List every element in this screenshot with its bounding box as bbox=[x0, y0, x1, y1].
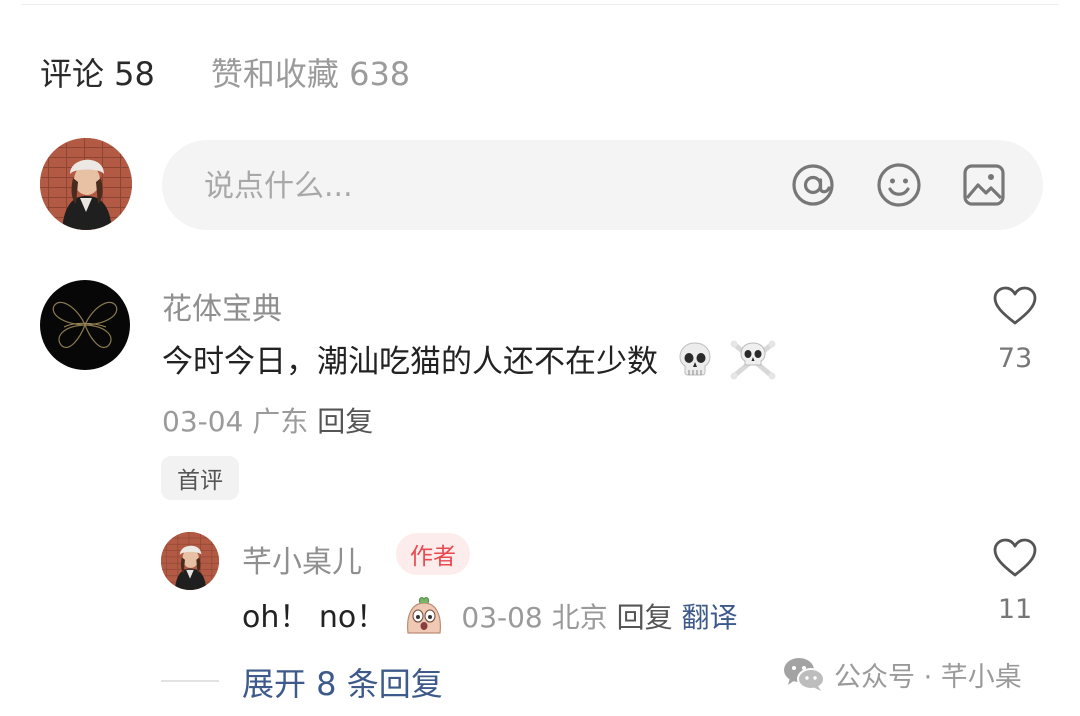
like-heart-icon[interactable] bbox=[992, 285, 1038, 327]
watermark-text: 公众号 · 芊小桌 bbox=[834, 661, 1022, 693]
comment-like-count: 73 bbox=[997, 343, 1033, 374]
translate-button[interactable]: 翻译 bbox=[682, 601, 738, 634]
comment-input[interactable] bbox=[202, 140, 766, 232]
reply-avatar[interactable] bbox=[161, 532, 219, 590]
reply-text-row: oh！ no！ 03-08 北京 回复 翻译 bbox=[242, 592, 738, 636]
wechat-icon bbox=[784, 658, 825, 691]
first-comment-badge: 首评 bbox=[161, 456, 239, 500]
user-photo bbox=[161, 532, 219, 590]
butterfly-logo bbox=[52, 301, 118, 348]
skull-emoji-icon bbox=[679, 342, 711, 376]
user-photo bbox=[40, 138, 132, 230]
author-badge: 作者 bbox=[396, 533, 470, 575]
comment-input-box[interactable] bbox=[162, 140, 1043, 232]
tab-comments[interactable]: 评论 58 bbox=[40, 49, 155, 95]
image-icon[interactable] bbox=[959, 160, 1009, 210]
comment-date: 03-04 bbox=[162, 405, 244, 438]
comment-meta: 03-04 广东 回复 bbox=[162, 400, 373, 440]
tab-likes-favorites[interactable]: 赞和收藏 638 bbox=[211, 49, 410, 95]
comment-location: 广东 bbox=[252, 405, 309, 438]
wechat-watermark: 公众号 · 芊小桌 bbox=[782, 652, 1022, 696]
reply-meta: 03-08 北京 回复 翻译 bbox=[461, 601, 737, 634]
commenter-avatar[interactable] bbox=[40, 280, 130, 370]
reply-like-count: 11 bbox=[997, 594, 1033, 625]
reply-date: 03-08 bbox=[461, 601, 543, 634]
shocked-sticker-icon bbox=[406, 597, 441, 634]
mention-at-icon[interactable] bbox=[788, 160, 838, 210]
reply-location: 北京 bbox=[551, 601, 608, 634]
reply-username[interactable]: 芊小桌儿 bbox=[242, 537, 362, 581]
comment-text-row: 今时今日，潮汕吃猫的人还不在少数 bbox=[162, 336, 776, 381]
expand-divider bbox=[161, 680, 219, 682]
reply-text: oh！ no！ bbox=[242, 600, 387, 635]
skull-crossbones-emoji-icon bbox=[730, 340, 776, 380]
commenter-username[interactable]: 花体宝典 bbox=[162, 284, 282, 328]
my-avatar[interactable] bbox=[40, 138, 132, 230]
expand-replies-button[interactable]: 展开 8 条回复 bbox=[242, 659, 443, 705]
reply-like-heart-icon[interactable] bbox=[992, 537, 1038, 579]
top-divider bbox=[22, 4, 1058, 5]
tab-bar: 评论 58 赞和收藏 638 bbox=[40, 48, 410, 96]
reply-reply-button[interactable]: 回复 bbox=[617, 601, 673, 634]
comment-text: 今时今日，潮汕吃猫的人还不在少数 bbox=[162, 344, 658, 380]
comment-reply-button[interactable]: 回复 bbox=[317, 405, 373, 438]
emoji-icon[interactable] bbox=[874, 160, 924, 210]
